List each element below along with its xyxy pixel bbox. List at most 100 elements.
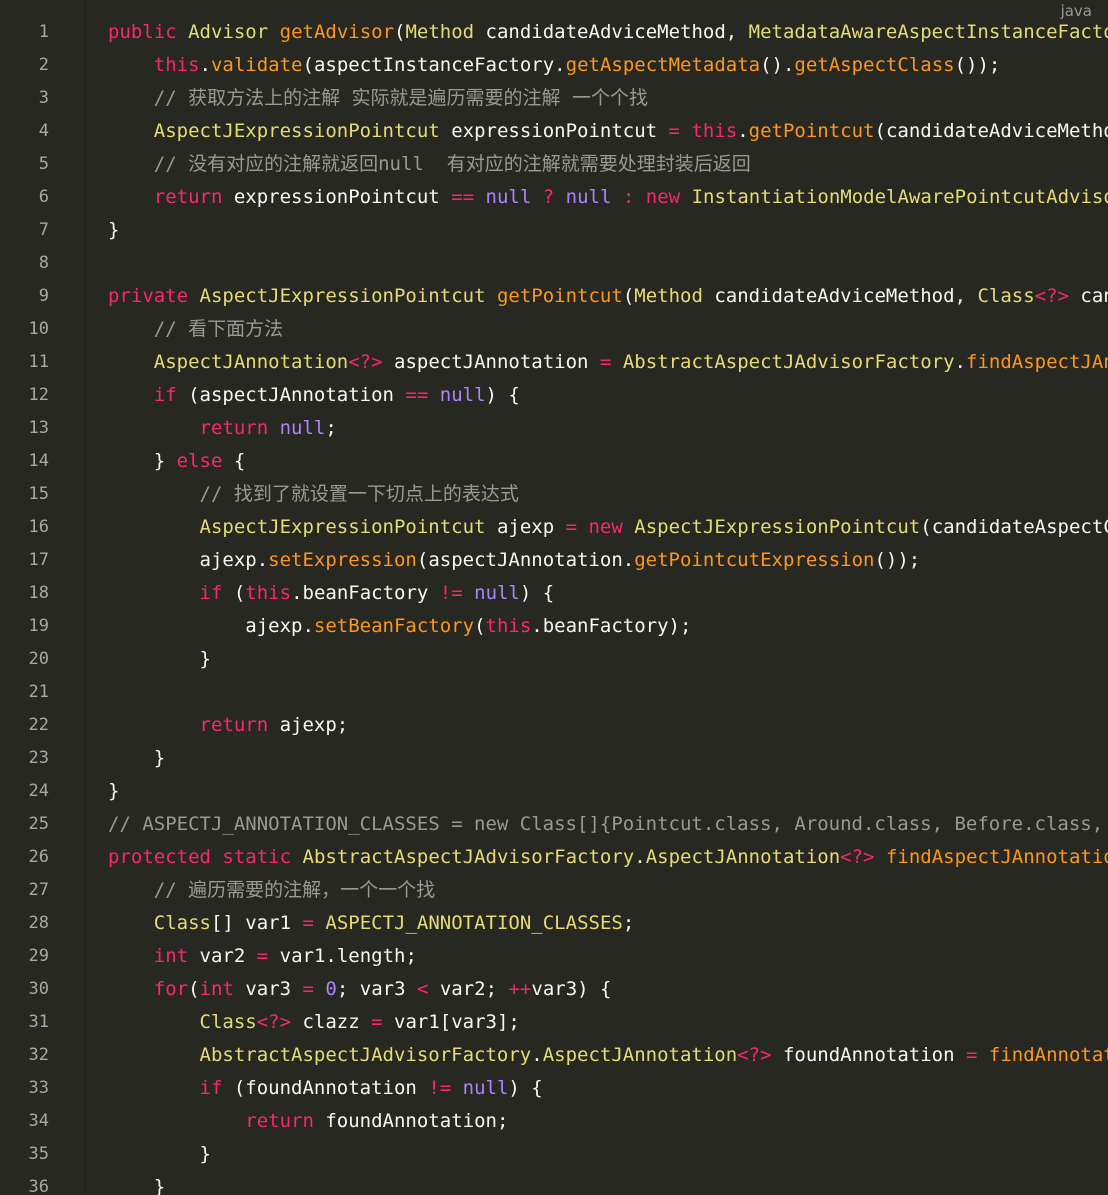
- code-token-comment: // 看下面方法: [153, 318, 284, 340]
- code-token-comment: // ASPECTJ_ANNOTATION_CLASSES = new Clas…: [108, 813, 1108, 835]
- code-token-plain: }: [108, 450, 177, 472]
- line-number: 25: [28, 814, 49, 834]
- code-token-literal: null: [474, 582, 520, 604]
- line-number: 7: [38, 220, 49, 240]
- code-area[interactable]: public Advisor getAdvisor(Method candida…: [86, 16, 1108, 1195]
- code-token-op: <?>: [840, 846, 875, 868]
- code-token-plain: }: [108, 648, 211, 670]
- code-token-plain: expressionPointcut: [439, 120, 669, 142]
- code-line[interactable]: }: [86, 742, 1108, 775]
- code-line[interactable]: }: [86, 1138, 1108, 1171]
- code-token-method: getAspectClass: [794, 54, 955, 76]
- code-token-plain: }: [108, 1176, 166, 1195]
- code-token-method: findAnnotatio: [988, 1044, 1108, 1066]
- code-token-keyword: int: [153, 945, 189, 967]
- code-line[interactable]: return ajexp;: [86, 709, 1108, 742]
- code-line[interactable]: if (this.beanFactory != null) {: [86, 577, 1108, 610]
- code-token-plain: ; var3: [336, 978, 417, 1000]
- code-line[interactable]: // 找到了就设置一下切点上的表达式: [86, 478, 1108, 511]
- code-line[interactable]: return expressionPointcut == null ? null…: [86, 181, 1108, 214]
- code-token-plain: var1: [233, 912, 303, 934]
- line-number: 3: [38, 88, 49, 108]
- code-line[interactable]: // 看下面方法: [86, 313, 1108, 346]
- code-token-op: <?>: [737, 1044, 772, 1066]
- code-line[interactable]: // 获取方法上的注解 实际就是遍历需要的注解 一个个找: [86, 82, 1108, 115]
- code-token-punc: ());: [954, 54, 1001, 76]
- code-line[interactable]: ajexp.setExpression(aspectJAnnotation.ge…: [86, 544, 1108, 577]
- code-line[interactable]: Class[] var1 = ASPECTJ_ANNOTATION_CLASSE…: [86, 907, 1108, 940]
- line-number: 6: [38, 187, 49, 207]
- code-line[interactable]: AspectJExpressionPointcut ajexp = new As…: [86, 511, 1108, 544]
- line-number: 32: [28, 1045, 49, 1065]
- code-line[interactable]: [86, 247, 1108, 280]
- code-line[interactable]: AspectJAnnotation<?> aspectJAnnotation =…: [86, 346, 1108, 379]
- code-line[interactable]: // 没有对应的注解就返回null 有对应的注解就需要处理封装后返回: [86, 148, 1108, 181]
- code-line[interactable]: if (foundAnnotation != null) {: [86, 1072, 1108, 1105]
- code-line[interactable]: for(int var3 = 0; var3 < var2; ++var3) {: [86, 973, 1108, 1006]
- code-line[interactable]: [86, 676, 1108, 709]
- code-token-comment: // 没有对应的注解就返回null 有对应的注解就需要处理封装后返回: [153, 153, 751, 175]
- code-token-type: Method: [405, 21, 475, 43]
- code-token-plain: var2: [188, 945, 257, 967]
- code-line[interactable]: Class<?> clazz = var1[var3];: [86, 1006, 1108, 1039]
- code-token-method: findAspectJAnno: [966, 351, 1108, 373]
- code-token-keyword: this: [245, 582, 292, 604]
- code-token-plain: foundAnnotation;: [313, 1110, 509, 1132]
- code-token-plain: foundAnnotation: [771, 1044, 966, 1066]
- code-token-comment: // 找到了就设置一下切点上的表达式: [199, 483, 519, 505]
- code-token-punc: (: [622, 285, 635, 307]
- code-line[interactable]: AspectJExpressionPointcut expressionPoin…: [86, 115, 1108, 148]
- code-editor[interactable]: 1 2 3 4 5 6 7 8 9 10 11 12 13 14 15 16 17 18 19 20 21 22 23 24 2…: [0, 0, 1108, 1195]
- code-line[interactable]: }: [86, 643, 1108, 676]
- code-token-plain: (: [222, 582, 246, 604]
- code-line[interactable]: return null;: [86, 412, 1108, 445]
- code-token-punc: (: [474, 615, 486, 637]
- code-line[interactable]: }: [86, 214, 1108, 247]
- code-token-punc: .: [954, 351, 966, 373]
- code-token-plain: ) {: [519, 582, 555, 604]
- code-token-keyword: new: [588, 516, 623, 538]
- code-line[interactable]: }: [86, 1171, 1108, 1195]
- line-number: 9: [38, 286, 49, 306]
- line-number: 28: [28, 913, 49, 933]
- code-line[interactable]: public Advisor getAdvisor(Method candida…: [86, 16, 1108, 49]
- code-token-punc: []: [210, 912, 234, 934]
- code-token-number: 0: [325, 978, 337, 1000]
- line-number: 1: [38, 22, 49, 42]
- code-line[interactable]: } else {: [86, 445, 1108, 478]
- code-token-punc: .: [531, 1044, 543, 1066]
- code-line[interactable]: // ASPECTJ_ANNOTATION_CLASSES = new Clas…: [86, 808, 1108, 841]
- code-token-keyword: return: [153, 186, 223, 208]
- code-line[interactable]: // 遍历需要的注解，一个一个找: [86, 874, 1108, 907]
- code-token-plain: var2;: [428, 978, 509, 1000]
- line-number: 26: [28, 847, 49, 867]
- code-token-type: AbstractAspectJAdvisorFactory: [302, 846, 635, 868]
- code-token-literal: null: [439, 384, 486, 406]
- code-line[interactable]: private AspectJExpressionPointcut getPoi…: [86, 280, 1108, 313]
- code-line[interactable]: AbstractAspectJAdvisorFactory.AspectJAnn…: [86, 1039, 1108, 1072]
- line-number: 35: [28, 1144, 49, 1164]
- code-line[interactable]: }: [86, 775, 1108, 808]
- code-line[interactable]: ajexp.setBeanFactory(this.beanFactory);: [86, 610, 1108, 643]
- code-token-keyword: this: [691, 120, 738, 142]
- code-token-plain: .beanFactory: [291, 582, 440, 604]
- code-line[interactable]: int var2 = var1.length;: [86, 940, 1108, 973]
- code-token-op: :: [622, 186, 635, 208]
- code-token-type: AbstractAspectJAdvisorFactory: [199, 1044, 532, 1066]
- code-line[interactable]: protected static AbstractAspectJAdvisorF…: [86, 841, 1108, 874]
- code-line[interactable]: this.validate(aspectInstanceFactory.getA…: [86, 49, 1108, 82]
- code-line[interactable]: if (aspectJAnnotation == null) {: [86, 379, 1108, 412]
- code-line[interactable]: return foundAnnotation;: [86, 1105, 1108, 1138]
- line-number: 15: [28, 484, 49, 504]
- code-token-op: <?>: [256, 1011, 292, 1033]
- code-token-type: Advisor: [188, 21, 269, 43]
